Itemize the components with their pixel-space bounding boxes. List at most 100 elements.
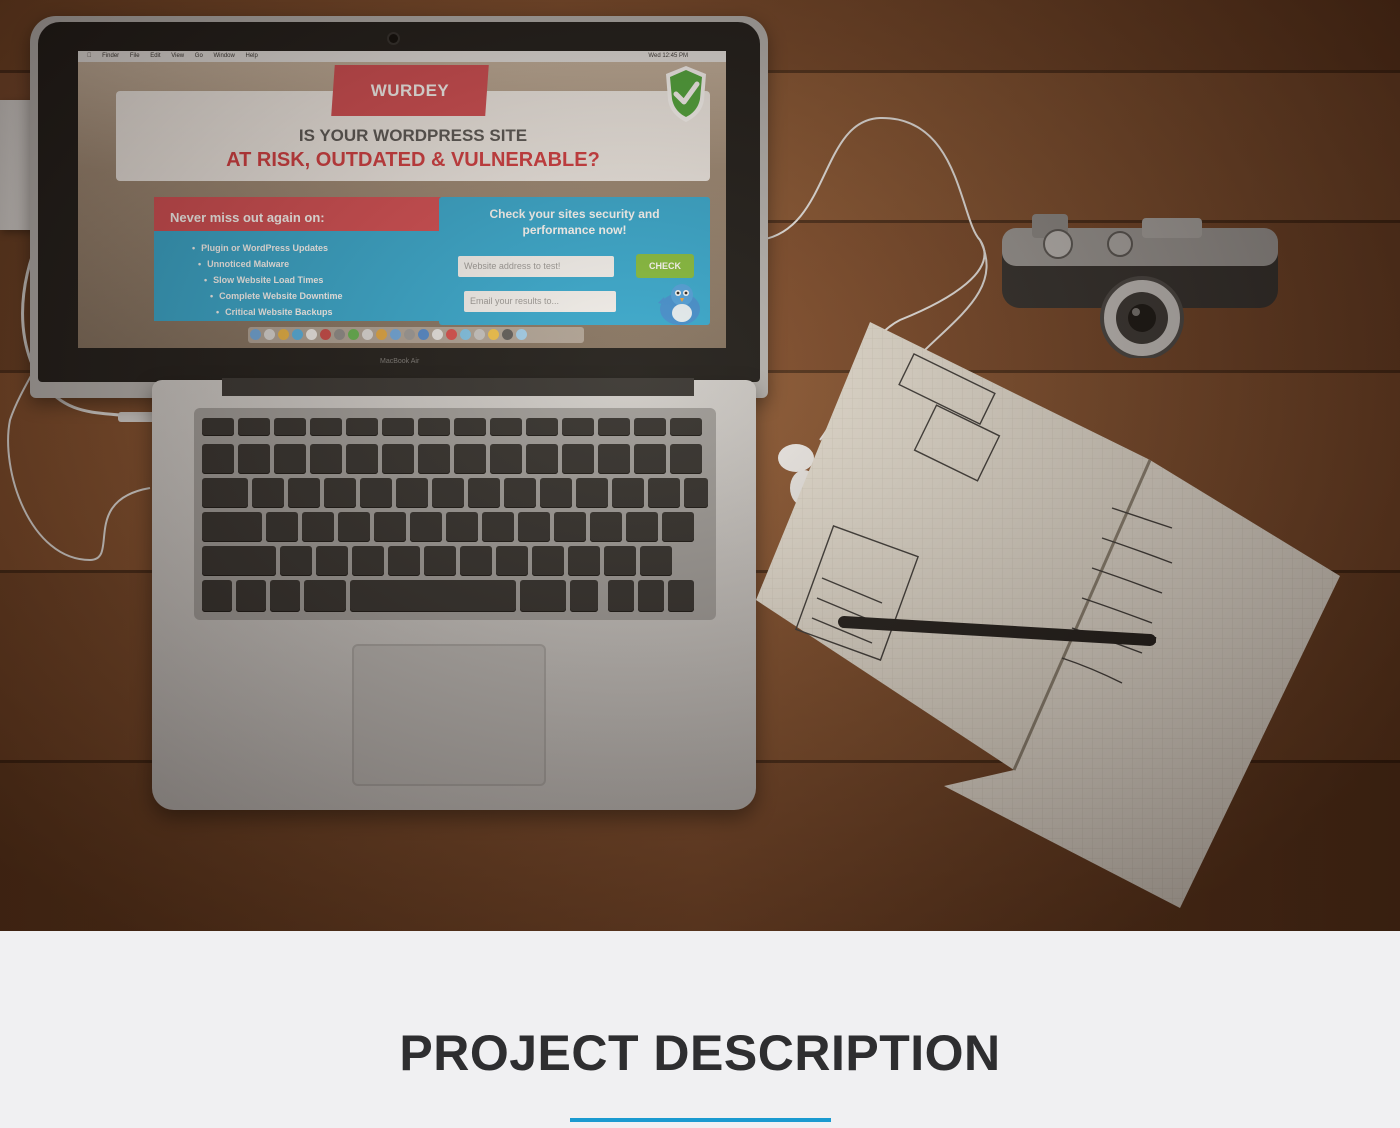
check-button[interactable]: CHECK (636, 254, 694, 278)
keyboard-key (382, 418, 414, 436)
keyboard-key (568, 546, 600, 576)
keyboard-key (668, 580, 694, 612)
list-item: Plugin or WordPress Updates (192, 240, 343, 256)
menu-item: File (123, 53, 140, 59)
mac-menubar:  Finder File Edit View Go Window Help W… (78, 51, 726, 62)
list-item: Unnoticed Malware (198, 256, 343, 272)
keyboard-key (554, 512, 586, 542)
keyboard-key (670, 418, 702, 436)
keyboard-key (468, 478, 500, 508)
list-item: Complete Website Downtime (210, 288, 342, 304)
sketch-notebook (756, 322, 1340, 908)
keyboard-key (266, 512, 298, 542)
section-title: PROJECT DESCRIPTION (399, 1025, 1001, 1081)
dock-icon (459, 329, 471, 340)
headline-line-2: AT RISK, OUTDATED & VULNERABLE? (226, 149, 600, 171)
dock-icon (361, 329, 373, 340)
keyboard-key (388, 546, 420, 576)
keyboard-key (202, 512, 262, 542)
keyboard-key (346, 444, 378, 474)
keyboard-key (608, 580, 634, 612)
laptop-brand: MacBook Air (380, 358, 420, 365)
dock-icon (501, 329, 513, 340)
cta-line-2: performance now! (522, 223, 627, 237)
dock-icon (445, 329, 457, 340)
keyboard-key (360, 478, 392, 508)
keyboard-key (374, 512, 406, 542)
keyboard-key (482, 512, 514, 542)
keyboard-key (598, 444, 630, 474)
keyboard-key (310, 444, 342, 474)
keyboard (194, 408, 716, 620)
dock-icon (431, 329, 443, 340)
keyboard-key (570, 580, 598, 612)
menu-item: Edit (144, 53, 160, 59)
keyboard-key (202, 546, 276, 576)
keyboard-key (310, 418, 342, 436)
keyboard-key (604, 546, 636, 576)
keyboard-key (662, 512, 694, 542)
check-cta: Check your sites security and performanc… (439, 206, 710, 238)
keyboard-key (496, 546, 528, 576)
keyboard-key (460, 546, 492, 576)
mac-dock (248, 327, 584, 343)
keyboard-key (454, 444, 486, 474)
keyboard-key (202, 444, 234, 474)
laptop-hinge (222, 378, 694, 396)
email-input[interactable]: Email your results to... (464, 291, 616, 312)
keyboard-key (202, 418, 234, 436)
keyboard-key (396, 478, 428, 508)
keyboard-key (526, 418, 558, 436)
keyboard-key (304, 580, 346, 612)
menu-item: Finder (96, 53, 119, 59)
hero-photo:  Finder File Edit View Go Window Help W… (0, 0, 1400, 931)
dock-icon (487, 329, 499, 340)
keyboard-key (202, 478, 248, 508)
dock-icon (473, 329, 485, 340)
keyboard-key (454, 418, 486, 436)
keyboard-key (424, 546, 456, 576)
keyboard-key (238, 444, 270, 474)
keyboard-key (274, 418, 306, 436)
keyboard-key (638, 580, 664, 612)
headline-line-1: IS YOUR WORDPRESS SITE (298, 126, 528, 145)
keyboard-key (302, 512, 334, 542)
keyboard-key (670, 444, 702, 474)
keyboard-key (532, 546, 564, 576)
menubar-clock: Wed 12:45 PM (648, 53, 688, 59)
keyboard-key (634, 418, 666, 436)
dock-icon (277, 329, 289, 340)
dock-icon (389, 329, 401, 340)
keyboard-key (590, 512, 622, 542)
keyboard-key (418, 418, 450, 436)
keyboard-key (626, 512, 658, 542)
dock-icon (375, 329, 387, 340)
keyboard-key (634, 444, 666, 474)
site-logo: WURDEY (370, 81, 450, 100)
keyboard-key (382, 444, 414, 474)
dock-icon (249, 329, 261, 340)
keyboard-key (432, 478, 464, 508)
keyboard-key (350, 580, 516, 612)
keyboard-key (238, 418, 270, 436)
keyboard-key (274, 444, 306, 474)
keyboard-key (280, 546, 312, 576)
keyboard-key (446, 512, 478, 542)
dock-icon (515, 329, 527, 340)
website-input[interactable]: Website address to test! (458, 256, 614, 277)
dock-icon (417, 329, 429, 340)
features-list: Plugin or WordPress Updates Unnoticed Ma… (192, 240, 343, 320)
list-item: Slow Website Load Times (204, 272, 343, 288)
keyboard-key (410, 512, 442, 542)
keyboard-key (252, 478, 284, 508)
dock-icon (305, 329, 317, 340)
keyboard-key (562, 418, 594, 436)
menu-item: Help (239, 53, 258, 59)
keyboard-key (316, 546, 348, 576)
keyboard-key (338, 512, 370, 542)
webcam (389, 34, 398, 43)
keyboard-key (418, 444, 450, 474)
keyboard-key (520, 580, 566, 612)
keyboard-key (540, 478, 572, 508)
keyboard-key (684, 478, 708, 508)
